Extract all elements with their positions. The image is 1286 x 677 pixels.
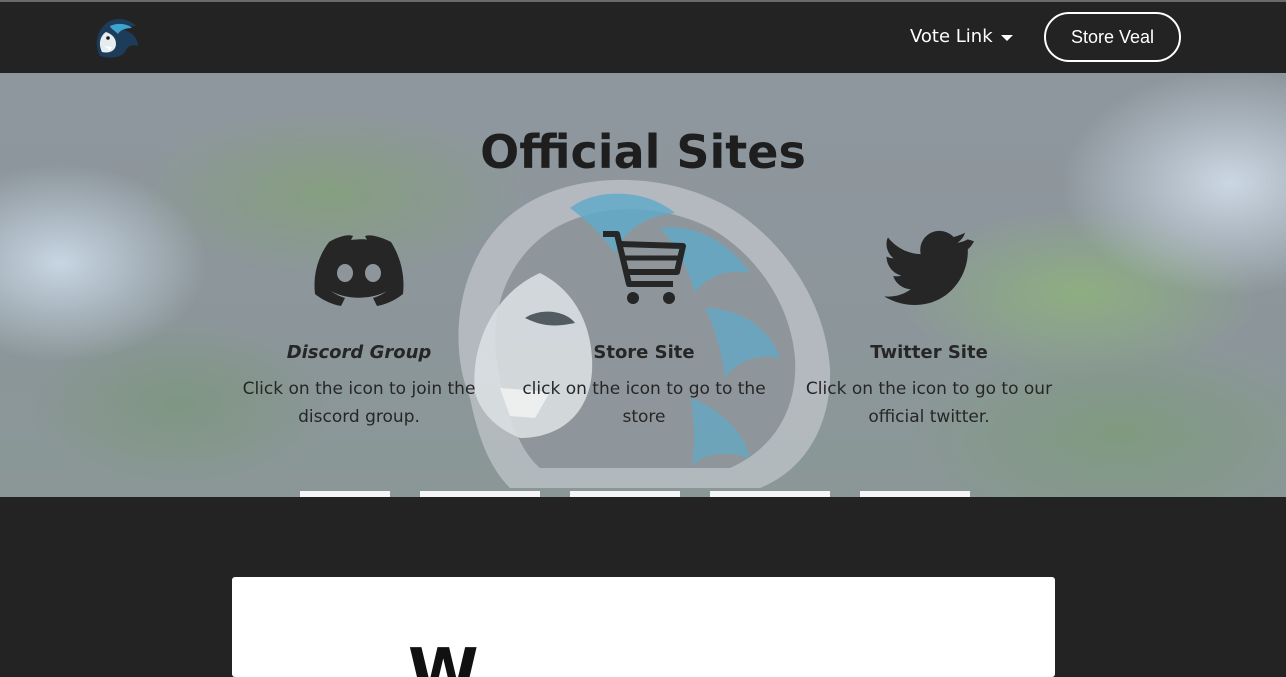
site-card-twitter: Twitter Site Click on the icon to go to … [804,228,1054,431]
site-description: Click on the icon to go to our official … [805,379,1053,427]
official-sites-section: Official Sites Discord Group Click on th… [0,73,1286,497]
site-title: Store Site [593,342,695,363]
wordmark-background [300,491,970,497]
store-veal-button[interactable]: Store Veal [1044,12,1181,62]
card-heading: W [408,636,479,677]
vote-link-label: Vote Link [910,26,993,47]
site-description: Click on the icon to join the discord gr… [242,379,476,427]
content-card: W [232,577,1055,677]
vote-link-dropdown[interactable]: Vote Link [910,26,1013,47]
site-card-discord: Discord Group Click on the icon to join … [234,228,484,431]
discord-icon[interactable] [309,228,409,310]
site-title: Discord Group [286,342,432,363]
navbar: Vote Link Store Veal [0,2,1286,73]
site-title: Twitter Site [870,342,988,363]
caret-down-icon [1000,35,1013,41]
twitter-bird-icon[interactable] [884,228,974,310]
lion-head-logo-icon[interactable] [90,16,142,60]
section-title: Official Sites [480,125,806,179]
site-description: click on the icon to go to the store [522,379,766,427]
shopping-cart-icon[interactable] [599,228,689,310]
site-card-store: Store Site click on the icon to go to th… [519,228,769,431]
